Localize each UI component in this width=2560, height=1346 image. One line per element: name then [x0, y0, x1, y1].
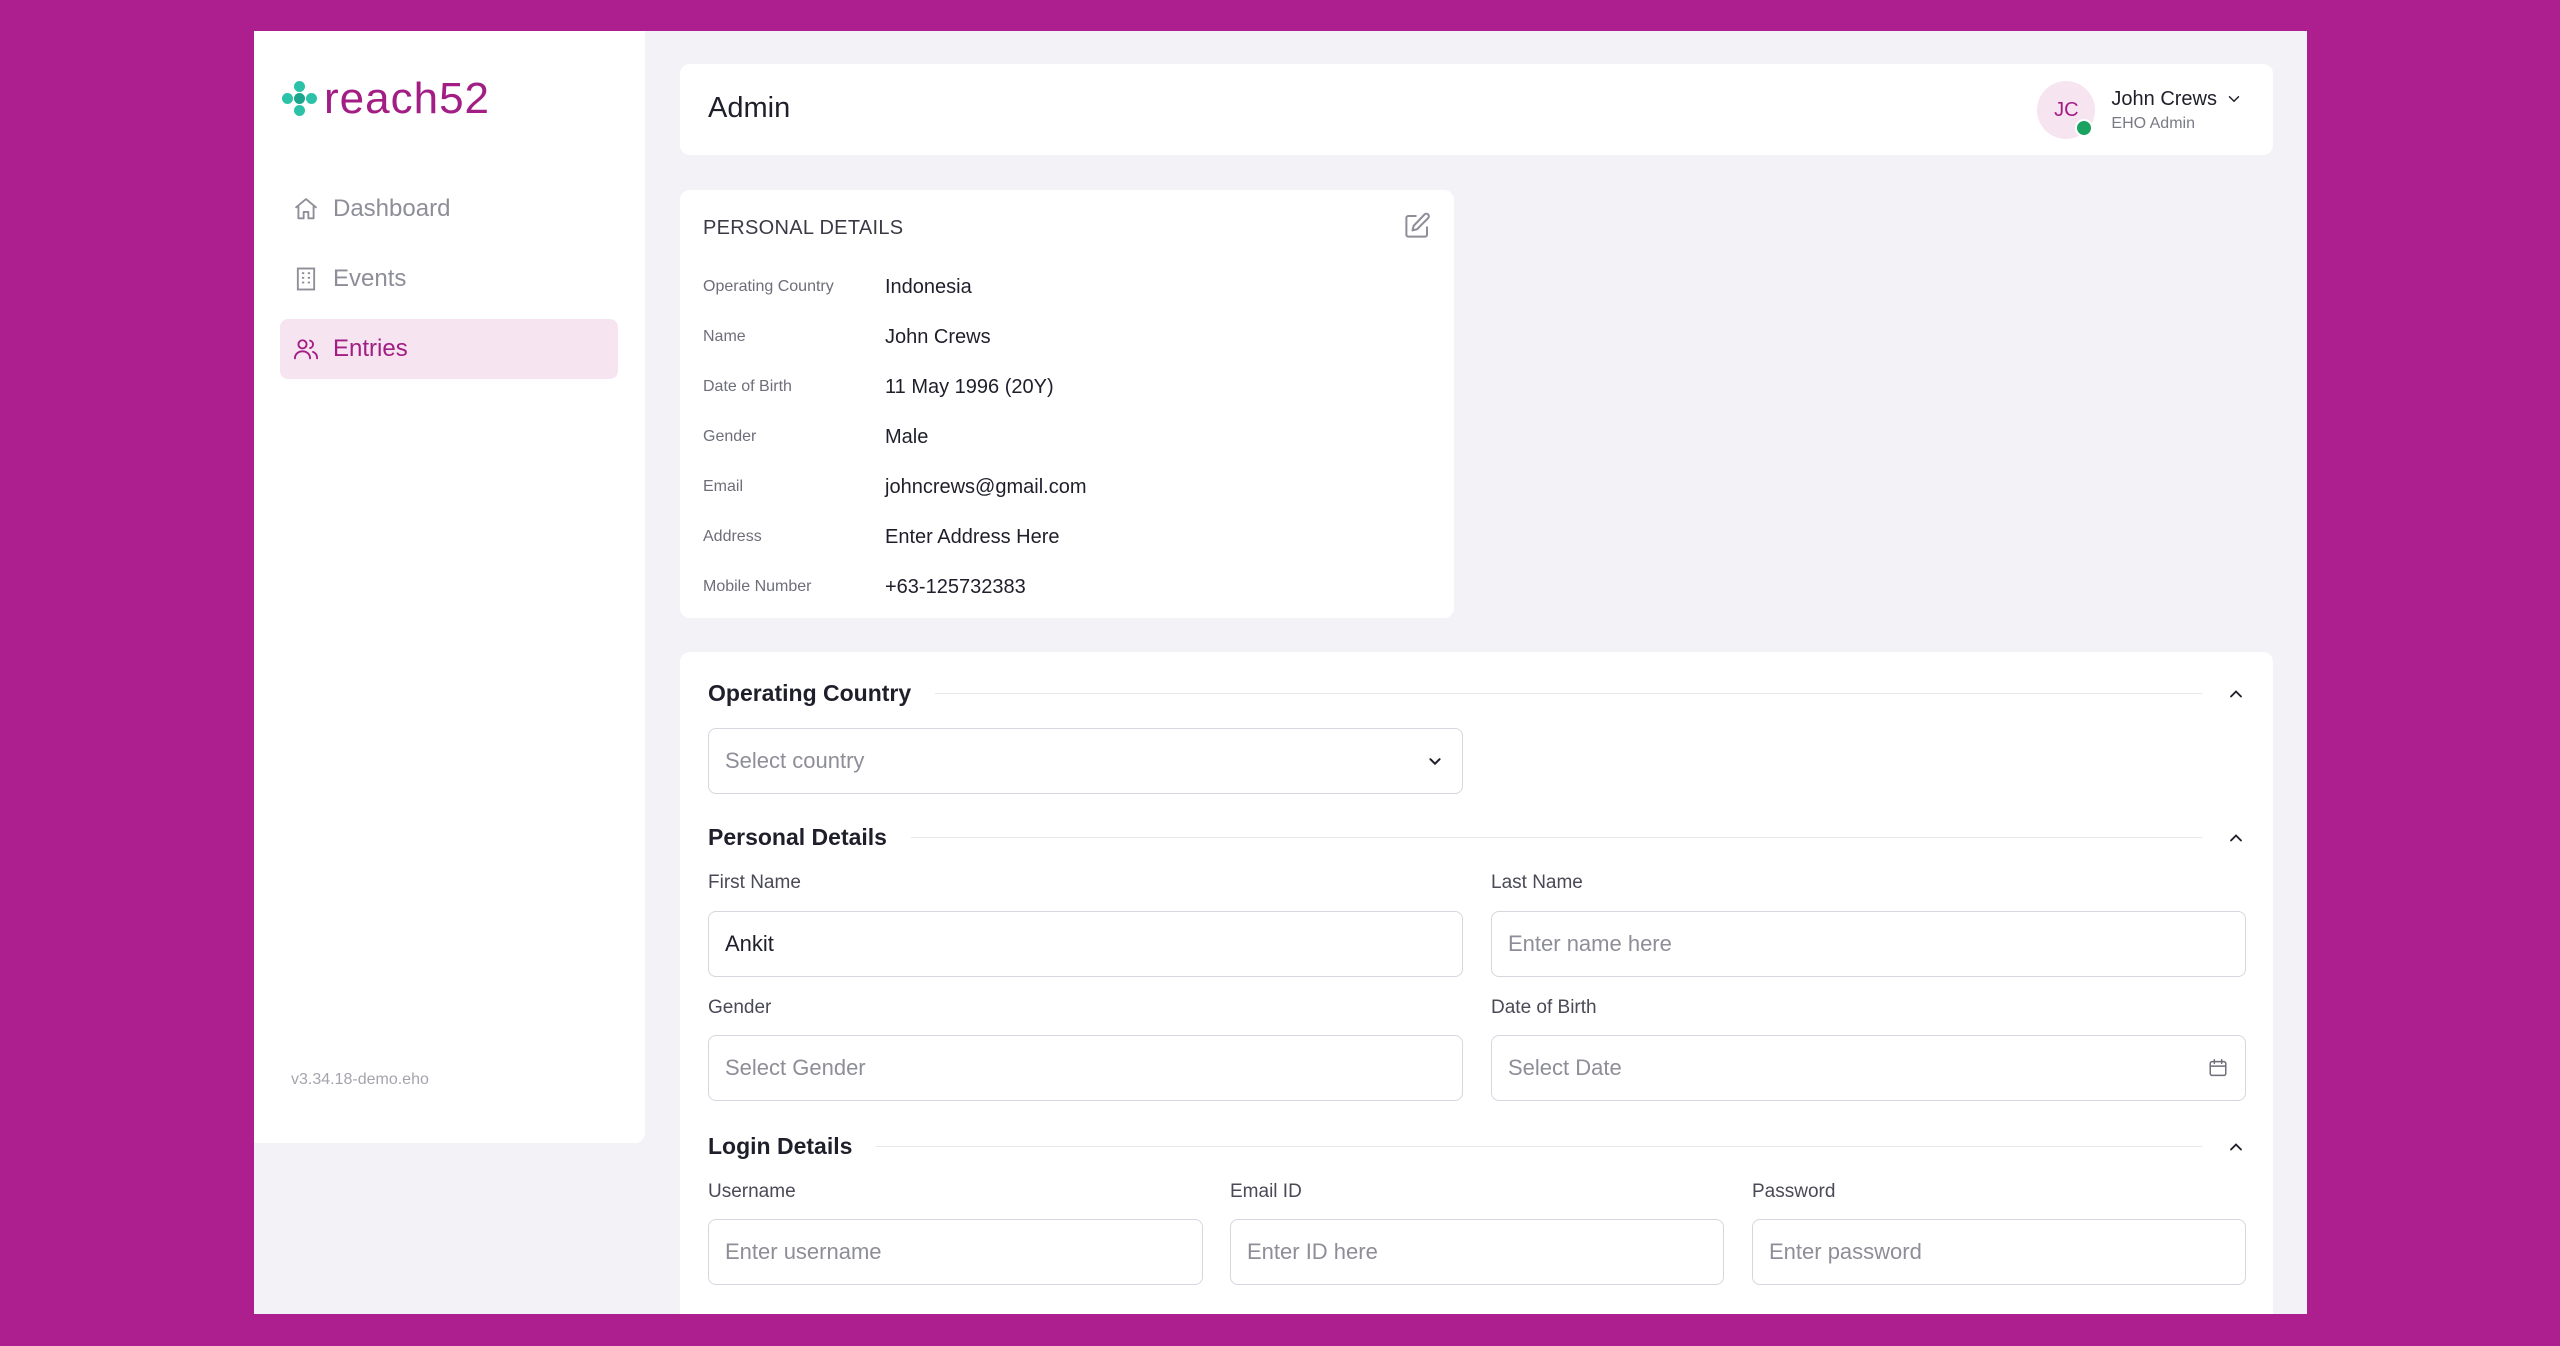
calendar-icon[interactable]	[2207, 1057, 2229, 1079]
sidebar-item-label: Entries	[333, 335, 408, 362]
detail-label: Operating Country	[703, 278, 834, 295]
user-name: John Crews	[2111, 87, 2217, 110]
detail-value: John Crews	[885, 325, 991, 348]
input-placeholder: Enter password	[1769, 1239, 1922, 1264]
detail-value: johncrews@gmail.com	[885, 475, 1087, 498]
detail-value: Enter Address Here	[885, 525, 1060, 548]
detail-label: Address	[703, 528, 762, 545]
section-login-details[interactable]: Login Details	[708, 1133, 2246, 1160]
username-input[interactable]: Enter username	[708, 1219, 1203, 1285]
section-personal-details[interactable]: Personal Details	[708, 824, 2246, 851]
username-label: Username	[708, 1181, 796, 1202]
user-role: EHO Admin	[2111, 114, 2195, 132]
chevron-up-icon[interactable]	[2226, 684, 2246, 704]
dob-label: Date of Birth	[1491, 997, 1597, 1018]
detail-row-gender: Gender Male	[703, 412, 1086, 462]
detail-value: Male	[885, 425, 929, 448]
section-title: Personal Details	[708, 824, 887, 850]
detail-label: Mobile Number	[703, 578, 812, 595]
brand-name: reach52	[324, 74, 491, 123]
detail-label: Email	[703, 478, 744, 495]
last-name-label: Last Name	[1491, 872, 1583, 893]
divider	[935, 693, 2202, 694]
detail-label: Name	[703, 328, 746, 345]
user-menu[interactable]: JC John Crews EHO Admin	[2037, 81, 2243, 139]
avatar[interactable]: JC	[2037, 81, 2096, 139]
chevron-down-icon[interactable]	[2225, 90, 2243, 108]
country-select[interactable]: Select country	[708, 728, 1463, 794]
input-placeholder: Select Date	[1508, 1055, 1622, 1080]
section-title: Login Details	[708, 1133, 853, 1159]
building-icon	[296, 267, 316, 291]
detail-value: +63-125732383	[885, 575, 1026, 598]
input-value: Ankit	[725, 931, 774, 956]
chevron-up-icon[interactable]	[2226, 828, 2246, 848]
email-id-input[interactable]: Enter ID here	[1230, 1219, 1724, 1285]
detail-row-name: Name John Crews	[703, 312, 1086, 362]
input-placeholder: Enter ID here	[1247, 1239, 1378, 1264]
detail-row-email: Email johncrews@gmail.com	[703, 462, 1086, 512]
input-placeholder: Enter username	[725, 1239, 882, 1264]
chevron-down-icon	[1429, 758, 1441, 766]
detail-row-mobile-number: Mobile Number +63-125732383	[703, 562, 1086, 612]
chevron-up-icon[interactable]	[2226, 1137, 2246, 1157]
sidebar-item-entries[interactable]: Entries	[280, 319, 618, 379]
detail-row-address: Address Enter Address Here	[703, 512, 1086, 562]
gender-label: Gender	[708, 997, 772, 1018]
edit-icon[interactable]	[1402, 211, 1432, 241]
divider	[910, 837, 2202, 838]
divider	[876, 1146, 2202, 1147]
select-value: Select Gender	[725, 1055, 866, 1080]
detail-label: Gender	[703, 428, 757, 445]
sidebar-item-label: Events	[333, 265, 407, 292]
sidebar-item-events[interactable]: Events	[280, 249, 618, 309]
sidebar: reach52 Dashboard Events Entries v3.34.1…	[254, 31, 645, 1143]
users-icon	[293, 339, 319, 360]
app-window: reach52 Dashboard Events Entries v3.34.1…	[254, 31, 2307, 1314]
app-version: v3.34.18-demo.eho	[291, 1071, 429, 1088]
section-title: Operating Country	[708, 680, 912, 706]
sidebar-item-label: Dashboard	[333, 195, 451, 222]
last-name-input[interactable]: Enter name here	[1491, 911, 2246, 977]
page-title: Admin	[708, 92, 791, 124]
detail-value: 11 May 1996 (20Y)	[885, 375, 1054, 398]
dob-date-picker[interactable]: Select Date	[1491, 1035, 2246, 1101]
brand-logo[interactable]: reach52	[280, 77, 490, 121]
sidebar-item-dashboard[interactable]: Dashboard	[280, 179, 618, 239]
page-header: Admin JC John Crews EHO Admin	[680, 64, 2273, 155]
gender-select[interactable]: Select Gender	[708, 1035, 1463, 1101]
detail-row-operating-country: Operating Country Indonesia	[703, 262, 1086, 312]
sidebar-nav: Dashboard Events Entries	[280, 179, 618, 389]
detail-label: Date of Birth	[703, 378, 792, 395]
detail-row-date-of-birth: Date of Birth 11 May 1996 (20Y)	[703, 362, 1086, 412]
email-id-label: Email ID	[1230, 1181, 1302, 1202]
section-operating-country[interactable]: Operating Country	[708, 680, 2246, 707]
first-name-label: First Name	[708, 872, 801, 893]
first-name-input[interactable]: Ankit	[708, 911, 1463, 977]
password-input[interactable]: Enter password	[1752, 1219, 2246, 1285]
logo-mark-icon	[280, 79, 320, 119]
avatar-initials: JC	[2054, 98, 2079, 121]
input-placeholder: Enter name here	[1508, 931, 1672, 956]
select-value: Select country	[725, 748, 865, 773]
details-list: Operating Country Indonesia Name John Cr…	[703, 262, 1086, 612]
entry-form: Operating Country Select country Persona…	[680, 652, 2273, 1314]
online-status-icon	[2075, 119, 2094, 137]
user-info: John Crews EHO Admin	[2111, 88, 2243, 133]
password-label: Password	[1752, 1181, 1836, 1202]
personal-details-card: PERSONAL DETAILS Operating Country Indon…	[680, 190, 1454, 618]
detail-value: Indonesia	[885, 275, 972, 298]
home-icon	[294, 198, 318, 220]
card-title: PERSONAL DETAILS	[703, 217, 904, 239]
